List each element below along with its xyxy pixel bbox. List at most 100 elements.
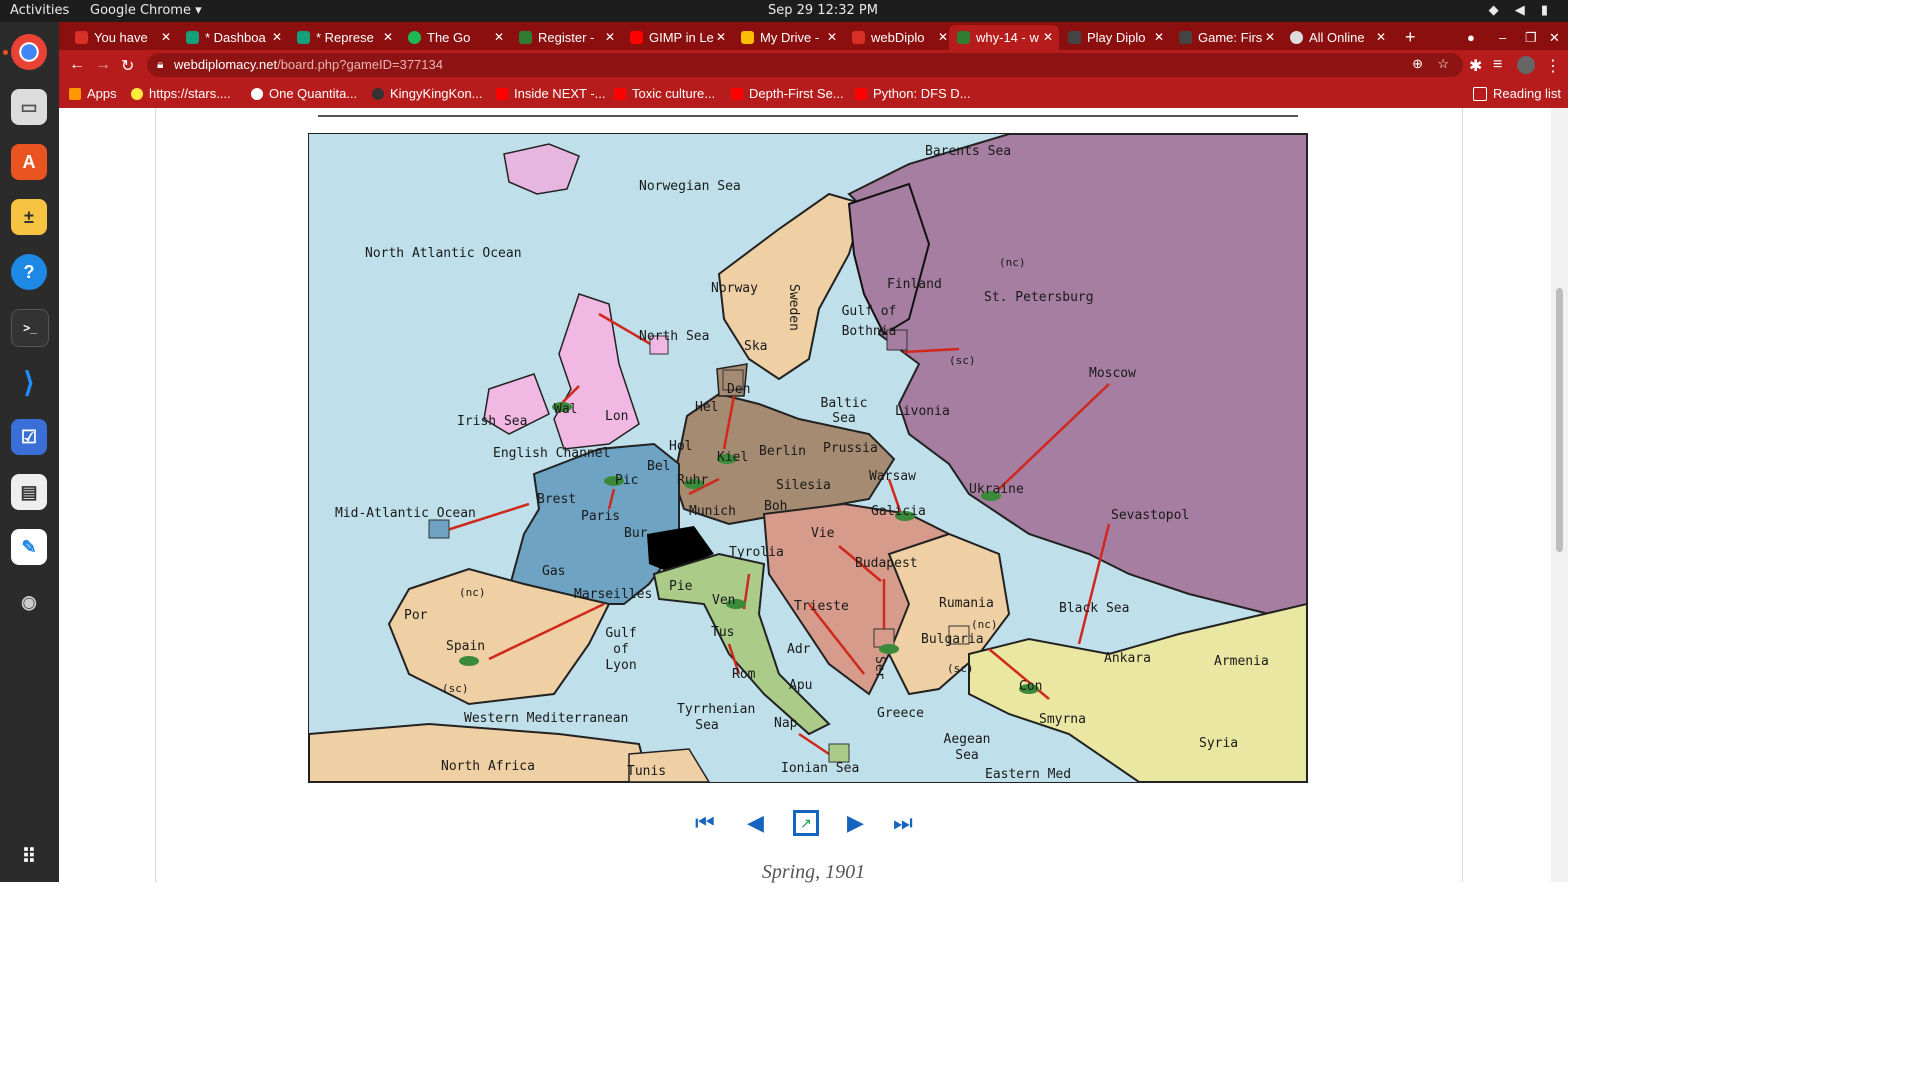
document-viewer-icon[interactable]: ▤ <box>11 474 47 510</box>
browser-tab[interactable]: Game: Firs ✕ <box>1171 25 1281 50</box>
site-icon <box>297 31 310 44</box>
map-label: Finland <box>887 277 942 292</box>
tab-label: Register - <box>538 30 595 45</box>
close-icon[interactable]: ✕ <box>272 30 282 44</box>
map-navigation: ⏮ ◀ ↗ ▶ ⏭ <box>695 810 925 840</box>
page-scrollbar[interactable] <box>1551 108 1568 882</box>
globe-icon <box>1290 31 1303 44</box>
bookmark-item[interactable]: Python: DFS D... <box>855 86 971 101</box>
reload-icon[interactable]: ↻ <box>121 56 134 76</box>
dock: ▭ A ± ? >_ ⟩ ☑ ▤ ✎ ◉ ⠿ <box>0 22 59 882</box>
site-icon <box>1179 31 1192 44</box>
software-center-icon[interactable]: A <box>11 144 47 180</box>
close-icon[interactable]: ✕ <box>1265 30 1275 44</box>
large-map-icon[interactable]: ↗ <box>793 810 819 836</box>
gmail-icon <box>75 31 88 44</box>
browser-tab-active[interactable]: why-14 - w ✕ <box>949 25 1059 50</box>
close-icon[interactable]: ✕ <box>1154 30 1164 44</box>
map-label: Gas <box>542 564 566 579</box>
tab-search-icon[interactable]: ● <box>1459 25 1483 50</box>
bookmark-item[interactable]: KingyKingKon... <box>372 86 483 101</box>
activities-button[interactable]: Activities <box>10 3 69 18</box>
avatar[interactable] <box>1517 56 1535 74</box>
lock-icon[interactable]: 🔒︎ <box>157 57 163 72</box>
close-window-icon[interactable]: ✕ <box>1541 25 1565 50</box>
tab-label: Game: Firs <box>1198 30 1263 45</box>
forward-icon[interactable]: → <box>95 56 111 74</box>
clock[interactable]: Sep 29 12:32 PM <box>768 3 878 18</box>
menu-icon[interactable]: ⋮ <box>1545 56 1561 76</box>
browser-tab[interactable]: * Dashboa ✕ <box>178 25 288 50</box>
browser-tab[interactable]: webDiplo ✕ <box>844 25 954 50</box>
reading-list-button[interactable]: Reading list <box>1473 86 1561 101</box>
map-label: Por <box>404 608 428 623</box>
close-icon[interactable]: ✕ <box>827 30 837 44</box>
gimp-icon[interactable]: ◉ <box>11 584 47 620</box>
close-icon[interactable]: ✕ <box>1043 30 1053 44</box>
next-turn-icon[interactable]: ▶ <box>847 810 864 836</box>
browser-tab[interactable]: My Drive - ✕ <box>733 25 843 50</box>
show-apps-icon[interactable]: ⠿ <box>11 838 47 874</box>
browser-tab[interactable]: Play Diplo ✕ <box>1060 25 1170 50</box>
bookmark-item[interactable]: Depth-First Se... <box>731 86 844 101</box>
map-label: Smyrna <box>1039 712 1086 727</box>
close-icon[interactable]: ✕ <box>605 30 615 44</box>
previous-turn-icon[interactable]: ◀ <box>747 810 764 836</box>
first-turn-icon[interactable]: ⏮ <box>695 810 715 836</box>
tab-label: My Drive - <box>760 30 820 45</box>
map-label: Con <box>1019 679 1043 694</box>
vscode-icon[interactable]: ⟩ <box>11 364 47 400</box>
minimize-icon[interactable]: – <box>1491 25 1515 50</box>
map-label: Vie <box>811 526 835 541</box>
browser-tab[interactable]: The Go ✕ <box>400 25 510 50</box>
diplomacy-map[interactable]: Barents Sea Norwegian Sea North Atlantic… <box>308 133 1308 783</box>
map-label: Hel <box>695 400 719 415</box>
text-editor-icon[interactable]: ✎ <box>11 529 47 565</box>
files-icon[interactable]: ▭ <box>11 89 47 125</box>
scrollbar-thumb[interactable] <box>1556 288 1563 552</box>
browser-tab[interactable]: Register - ✕ <box>511 25 621 50</box>
bookmark-item[interactable]: Apps <box>69 86 117 101</box>
media-icon[interactable]: ≡ <box>1493 56 1502 74</box>
bookmark-label: Python: DFS D... <box>873 86 971 101</box>
tab-label: webDiplo <box>871 30 925 45</box>
app-menu[interactable]: Google Chrome ▾ <box>90 3 202 18</box>
close-icon[interactable]: ✕ <box>1376 30 1386 44</box>
address-bar[interactable]: 🔒︎ webdiplomacy.net/board.php?gameID=377… <box>147 53 1463 77</box>
reading-list-icon <box>1473 86 1487 101</box>
bookmark-item[interactable]: One Quantita... <box>251 86 357 101</box>
map-label: Ser <box>872 656 887 680</box>
url-text[interactable]: webdiplomacy.net/board.php?gameID=377134 <box>174 57 443 72</box>
bookmark-item[interactable]: Toxic culture... <box>614 86 715 101</box>
system-top-bar: Activities Google Chrome ▾ Sep 29 12:32 … <box>0 0 1568 22</box>
close-icon[interactable]: ✕ <box>161 30 171 44</box>
tasks-icon[interactable]: ☑ <box>11 419 47 455</box>
map-label: Silesia <box>776 478 831 493</box>
bookmark-item[interactable]: Inside NEXT -... <box>496 86 606 101</box>
close-icon[interactable]: ✕ <box>494 30 504 44</box>
close-icon[interactable]: ✕ <box>716 30 726 44</box>
browser-tab[interactable]: You have ✕ <box>67 25 177 50</box>
new-tab-button[interactable]: + <box>1397 25 1421 50</box>
browser-tab[interactable]: GIMP in Le ✕ <box>622 25 732 50</box>
zoom-icon[interactable]: ⊕ <box>1412 56 1423 72</box>
close-icon[interactable]: ✕ <box>383 30 393 44</box>
restore-icon[interactable]: ❐ <box>1517 25 1541 50</box>
chrome-icon[interactable] <box>11 34 47 70</box>
webdiplomacy-icon <box>957 31 970 44</box>
terminal-icon[interactable]: >_ <box>11 309 49 347</box>
close-icon[interactable]: ✕ <box>938 30 948 44</box>
browser-tab[interactable]: * Represe ✕ <box>289 25 399 50</box>
help-icon[interactable]: ? <box>11 254 47 290</box>
calculator-icon[interactable]: ± <box>11 199 47 235</box>
browser-tab[interactable]: All Online ✕ <box>1282 25 1392 50</box>
bookmark-item[interactable]: https://stars.... <box>131 86 231 101</box>
back-icon[interactable]: ← <box>69 56 85 74</box>
system-tray-icons[interactable]: ◆ ◀ ▮ <box>1489 3 1554 18</box>
extensions-icon[interactable]: ✱ <box>1469 56 1482 76</box>
map-label: Ska <box>744 339 768 354</box>
map-label: (nc) <box>971 618 998 631</box>
bookmark-star-icon[interactable]: ☆ <box>1437 56 1449 72</box>
last-turn-icon[interactable]: ⏭ <box>893 810 913 836</box>
map-label: Tunis <box>627 764 667 779</box>
